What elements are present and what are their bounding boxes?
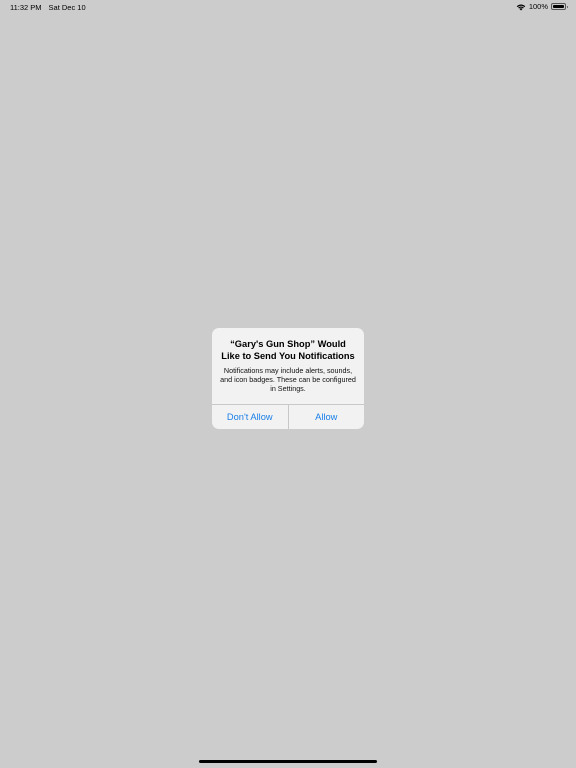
battery-fill bbox=[553, 5, 564, 8]
status-time: 11:32 PM bbox=[10, 3, 42, 12]
status-bar: 11:32 PM Sat Dec 10 100% bbox=[0, 0, 576, 14]
alert-title: “Gary's Gun Shop” Would Like to Send You… bbox=[221, 339, 355, 361]
wifi-icon bbox=[516, 3, 526, 10]
status-left: 11:32 PM Sat Dec 10 bbox=[10, 3, 86, 12]
alert-buttons: Don't Allow Allow bbox=[212, 404, 364, 429]
battery-percent: 100% bbox=[528, 2, 548, 11]
notification-permission-alert: “Gary's Gun Shop” Would Like to Send You… bbox=[212, 328, 364, 429]
battery-nub bbox=[566, 5, 568, 8]
status-date: Sat Dec 10 bbox=[48, 3, 86, 12]
alert-message: Notifications may include alerts, sounds… bbox=[220, 366, 356, 393]
battery-icon bbox=[551, 3, 568, 10]
allow-button[interactable]: Allow bbox=[289, 405, 365, 429]
home-indicator[interactable] bbox=[199, 760, 377, 763]
alert-body: “Gary's Gun Shop” Would Like to Send You… bbox=[212, 328, 364, 404]
dont-allow-button[interactable]: Don't Allow bbox=[212, 405, 289, 429]
status-right: 100% bbox=[516, 2, 568, 11]
